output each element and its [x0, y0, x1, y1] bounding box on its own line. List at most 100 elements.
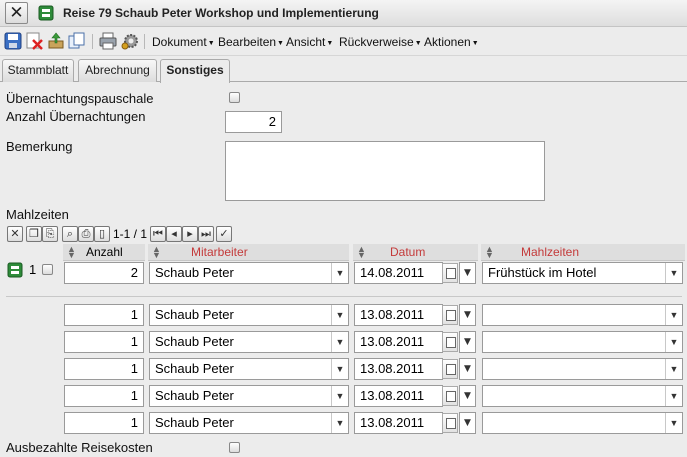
- datum-input[interactable]: 13.08.2011: [354, 385, 443, 407]
- grid-pager-text: 1-1 / 1: [113, 227, 148, 241]
- anzahl-input[interactable]: 1: [64, 331, 144, 353]
- column-header-mahlzeiten[interactable]: ▲ ▼ Mahlzeiten: [481, 244, 685, 261]
- datum-dropdown-button[interactable]: ▼: [459, 262, 476, 284]
- chevron-down-icon: ▼: [665, 413, 682, 433]
- tab-stammblatt[interactable]: Stammblatt: [2, 59, 74, 82]
- grid-confirm-button[interactable]: ✓: [216, 226, 232, 242]
- datum-input[interactable]: 13.08.2011: [354, 304, 443, 326]
- anzahl-input[interactable]: 2: [64, 262, 144, 284]
- row-select-checkbox[interactable]: [42, 264, 53, 275]
- grid-delete-button[interactable]: ✕: [7, 226, 23, 242]
- mahlzeiten-select[interactable]: ▼: [482, 385, 683, 407]
- mitarbeiter-select[interactable]: Schaub Peter ▼: [149, 385, 349, 407]
- grid-print-button[interactable]: ⎙: [78, 226, 94, 242]
- column-header-anzahl[interactable]: ▲ ▼ Anzahl: [63, 244, 145, 261]
- chevron-down-icon: ▼: [331, 386, 348, 406]
- chevron-down-icon: ▼: [665, 386, 682, 406]
- sign-icon: [7, 262, 23, 278]
- close-button[interactable]: ✕: [5, 2, 28, 24]
- menu-bearbeiten[interactable]: Bearbeiten▼: [218, 35, 284, 49]
- settings-icon[interactable]: [121, 32, 139, 50]
- calendar-icon[interactable]: [442, 332, 458, 352]
- mahlzeiten-select[interactable]: ▼: [482, 304, 683, 326]
- grid-next-button[interactable]: ▸: [182, 226, 198, 242]
- calendar-icon[interactable]: [442, 386, 458, 406]
- toolbar: Dokument▼ Bearbeiten▼ Ansicht▼ Rückverwe…: [0, 28, 687, 56]
- calendar-icon[interactable]: [442, 359, 458, 379]
- mahlzeiten-select[interactable]: ▼: [482, 358, 683, 380]
- calendar-icon[interactable]: [442, 305, 458, 325]
- mahlzeiten-value: Frühstück im Hotel: [488, 265, 597, 280]
- save-icon[interactable]: [4, 32, 22, 50]
- mitarbeiter-value: Schaub Peter: [155, 388, 234, 403]
- chevron-down-icon: ▼: [665, 263, 682, 283]
- mitarbeiter-select[interactable]: Schaub Peter ▼: [149, 358, 349, 380]
- delete-icon[interactable]: [25, 32, 43, 50]
- datum-dropdown-button[interactable]: ▼: [459, 385, 476, 407]
- mahlzeiten-select[interactable]: Frühstück im Hotel ▼: [482, 262, 683, 284]
- mitarbeiter-value: Schaub Peter: [155, 415, 234, 430]
- menu-ansicht[interactable]: Ansicht▼: [286, 35, 333, 49]
- menu-dokument[interactable]: Dokument▼: [152, 35, 215, 49]
- grid-paste-button[interactable]: ⎘: [42, 226, 58, 242]
- grid-last-button[interactable]: ⏭: [198, 226, 214, 242]
- sort-icon: ▲ ▼: [152, 244, 161, 260]
- grid-page-button[interactable]: ▯: [94, 226, 110, 242]
- copy-icon[interactable]: [68, 32, 86, 50]
- toolbar-separator: [92, 34, 93, 49]
- mitarbeiter-select[interactable]: Schaub Peter ▼: [149, 331, 349, 353]
- mitarbeiter-select[interactable]: Schaub Peter ▼: [149, 412, 349, 434]
- mitarbeiter-value: Schaub Peter: [155, 307, 234, 322]
- datum-input[interactable]: 13.08.2011: [354, 358, 443, 380]
- mahlzeiten-label: Mahlzeiten: [6, 207, 69, 222]
- grid-search-button[interactable]: ⌕: [62, 226, 78, 242]
- title-bar: ✕ Reise 79 Schaub Peter Workshop und Imp…: [0, 0, 687, 27]
- mahlzeiten-select[interactable]: ▼: [482, 331, 683, 353]
- mitarbeiter-value: Schaub Peter: [155, 361, 234, 376]
- datum-dropdown-button[interactable]: ▼: [459, 358, 476, 380]
- datum-dropdown-button[interactable]: ▼: [459, 331, 476, 353]
- grid-first-button[interactable]: ⏮: [150, 226, 166, 242]
- anzahl-input[interactable]: 1: [64, 358, 144, 380]
- menu-aktionen[interactable]: Aktionen▼: [424, 35, 479, 49]
- chevron-down-icon: ▼: [331, 359, 348, 379]
- ausbezahlte-reisekosten-checkbox[interactable]: [229, 442, 240, 453]
- tab-sonstiges[interactable]: Sonstiges: [160, 59, 230, 83]
- uebernachtungspauschale-label: Übernachtungspauschale: [6, 91, 154, 106]
- grid-prev-button[interactable]: ◂: [166, 226, 182, 242]
- anzahl-uebernachtungen-input[interactable]: 2: [225, 111, 282, 133]
- calendar-icon[interactable]: [442, 413, 458, 433]
- menu-rueckverweise[interactable]: Rückverweise▼: [339, 35, 422, 49]
- mitarbeiter-value: Schaub Peter: [155, 334, 234, 349]
- mahlzeiten-select[interactable]: ▼: [482, 412, 683, 434]
- upload-icon[interactable]: [47, 32, 65, 50]
- column-header-mitarbeiter[interactable]: ▲ ▼ Mitarbeiter: [148, 244, 349, 261]
- calendar-icon[interactable]: [442, 263, 458, 283]
- row-divider: [6, 296, 682, 297]
- sign-icon: [38, 5, 54, 21]
- anzahl-input[interactable]: 1: [64, 304, 144, 326]
- mitarbeiter-select[interactable]: Schaub Peter ▼: [149, 304, 349, 326]
- datum-dropdown-button[interactable]: ▼: [459, 412, 476, 434]
- print-icon[interactable]: [99, 32, 117, 50]
- anzahl-input[interactable]: 1: [64, 385, 144, 407]
- uebernachtungspauschale-checkbox[interactable]: [229, 92, 240, 103]
- bemerkung-textarea[interactable]: [225, 141, 545, 201]
- tab-bar: Stammblatt Abrechnung Sonstiges: [0, 59, 687, 83]
- sort-icon: ▲ ▼: [357, 244, 366, 260]
- mitarbeiter-select[interactable]: Schaub Peter ▼: [149, 262, 349, 284]
- grid-copy-button[interactable]: ❐: [26, 226, 42, 242]
- datum-input[interactable]: 13.08.2011: [354, 331, 443, 353]
- chevron-down-icon: ▼: [331, 305, 348, 325]
- row-number: 1: [29, 262, 37, 277]
- column-header-datum[interactable]: ▲ ▼ Datum: [353, 244, 478, 261]
- datum-input[interactable]: 14.08.2011: [354, 262, 443, 284]
- sort-icon: ▲ ▼: [485, 244, 494, 260]
- chevron-down-icon: ▼: [665, 332, 682, 352]
- tab-abrechnung[interactable]: Abrechnung: [78, 59, 157, 82]
- datum-dropdown-button[interactable]: ▼: [459, 304, 476, 326]
- anzahl-input[interactable]: 1: [64, 412, 144, 434]
- chevron-down-icon: ▼: [331, 413, 348, 433]
- chevron-down-icon: ▼: [331, 332, 348, 352]
- datum-input[interactable]: 13.08.2011: [354, 412, 443, 434]
